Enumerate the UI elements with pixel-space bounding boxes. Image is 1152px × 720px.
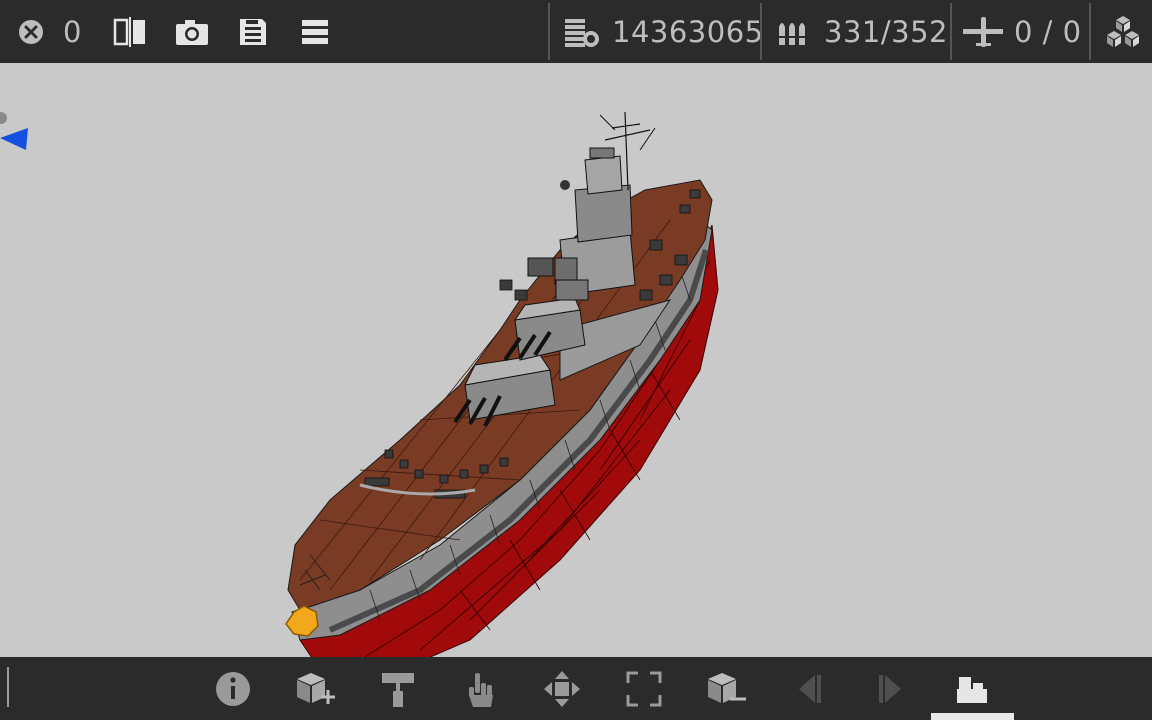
props-icon[interactable]: [953, 669, 993, 709]
selected-block-marker[interactable]: [285, 605, 319, 637]
bottom-toolbar: [0, 657, 1152, 720]
separator: [1089, 3, 1091, 60]
battleship-model[interactable]: [0, 63, 1152, 657]
blocks-cubes-icon[interactable]: [1105, 0, 1141, 63]
resize-icon[interactable]: [624, 669, 664, 709]
hamburger-menu-icon[interactable]: [300, 0, 330, 63]
orientation-dot: [0, 112, 7, 124]
hand-select-icon[interactable]: [461, 669, 501, 709]
remove-block-icon[interactable]: [706, 669, 746, 709]
shells-icon: [776, 0, 810, 63]
close-circle-icon[interactable]: [17, 0, 45, 63]
paint-roller-icon[interactable]: [378, 669, 418, 709]
next-icon[interactable]: [871, 669, 911, 709]
camera-icon[interactable]: [175, 0, 209, 63]
separator: [950, 3, 952, 60]
error-count: 0: [63, 14, 82, 49]
floppy-save-icon[interactable]: [238, 0, 268, 63]
3d-viewport[interactable]: [0, 63, 1152, 657]
active-tab-indicator: [931, 713, 1014, 720]
separator: [760, 3, 762, 60]
parts-count: 14363065: [612, 14, 764, 49]
left-edge-handle[interactable]: [7, 667, 9, 707]
mirror-split-icon[interactable]: [113, 0, 147, 63]
airplane-icon: [962, 0, 1004, 63]
separator: [548, 3, 550, 60]
move-icon[interactable]: [542, 669, 582, 709]
orientation-arrow-icon: [0, 128, 28, 150]
ammo-count: 331/352: [824, 14, 948, 49]
info-icon[interactable]: [213, 669, 253, 709]
top-toolbar: 0 14363065 331/352 0 / 0: [0, 0, 1152, 63]
add-block-icon[interactable]: [295, 669, 335, 709]
previous-icon[interactable]: [789, 669, 829, 709]
parts-stack-icon: [563, 0, 601, 63]
aircraft-count: 0 / 0: [1014, 14, 1082, 49]
